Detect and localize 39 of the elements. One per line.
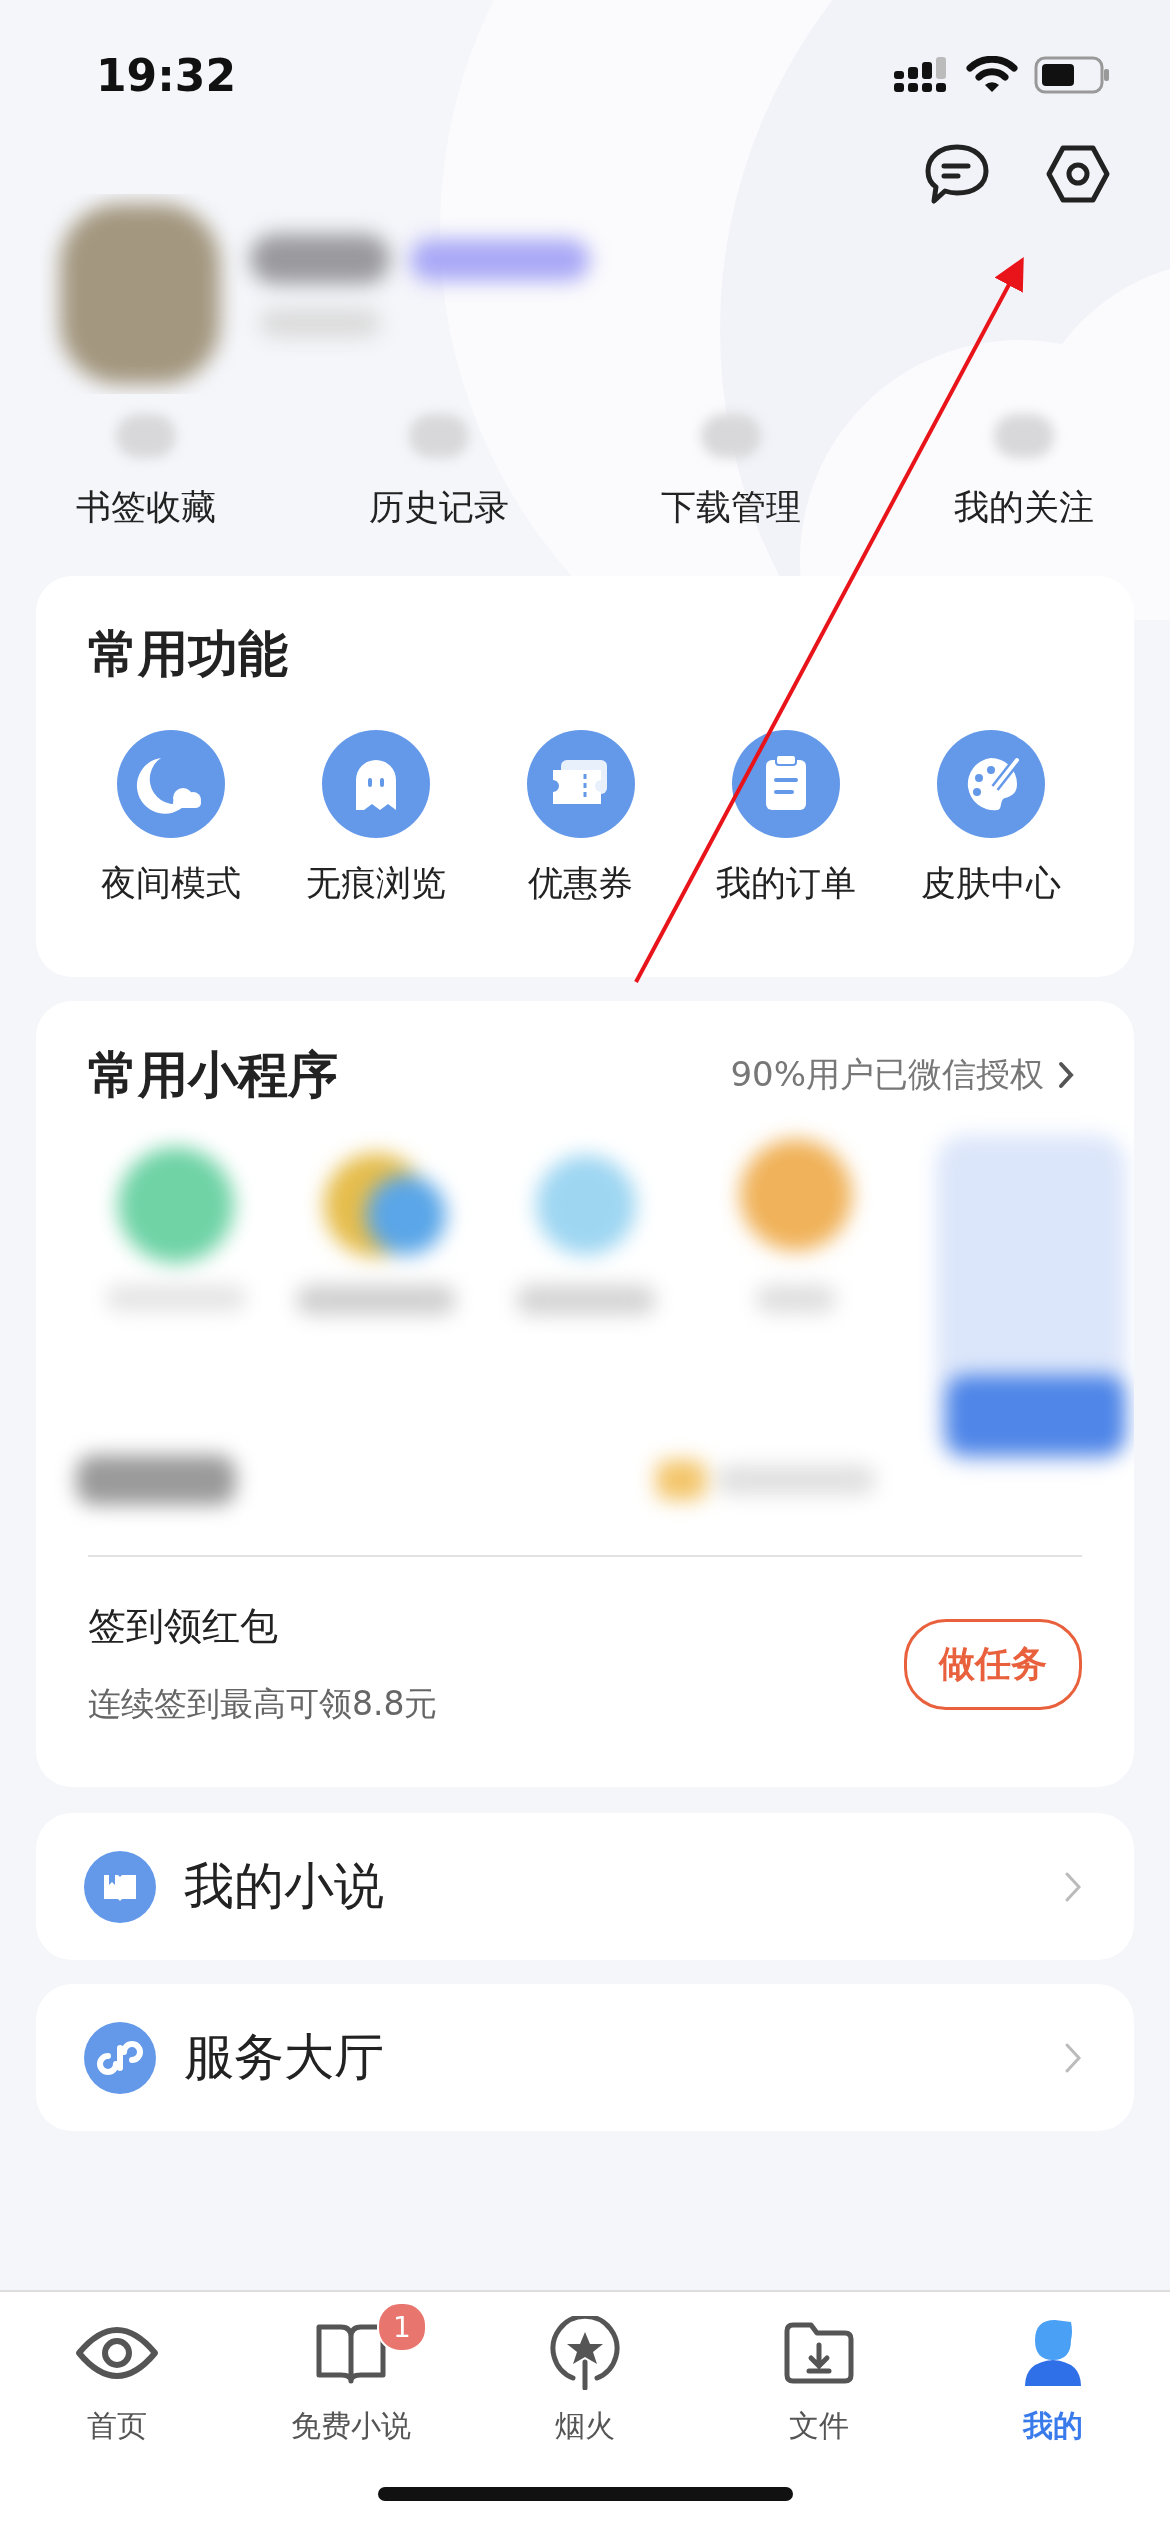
battery-icon — [1034, 56, 1110, 94]
ticket-icon[interactable] — [526, 730, 635, 838]
function-label[interactable]: 我的订单 — [715, 860, 856, 907]
section-title: 常用功能 — [87, 624, 289, 684]
message-icon[interactable] — [924, 143, 990, 205]
function-label[interactable]: 优惠券 — [528, 860, 633, 907]
menu-row[interactable]: 我的小说 — [36, 1813, 1134, 1960]
chevron-icon — [1064, 2041, 1082, 2074]
quick-link[interactable]: 历史记录 — [368, 484, 509, 531]
download-folder-icon — [783, 2321, 855, 2385]
menu-row[interactable]: 服务大厅 — [36, 1984, 1134, 2131]
tab[interactable]: 烟火 — [468, 2292, 702, 2447]
quick-link[interactable]: 下载管理 — [661, 484, 802, 531]
chevron-icon — [1064, 1870, 1082, 1903]
moon-icon[interactable] — [116, 730, 225, 838]
palette-icon[interactable] — [936, 730, 1045, 838]
tab[interactable]: 首页 — [0, 2292, 234, 2447]
quick-link[interactable]: 书签收藏 — [76, 484, 217, 531]
authorization-link[interactable]: 90%用户已微信授权 — [730, 1052, 1044, 1098]
wifi-icon — [966, 56, 1018, 94]
checkin-subtitle: 连续签到最高可领8.8元 — [88, 1683, 438, 1725]
chevron-icon — [1058, 1061, 1074, 1089]
section-title: 常用小程序 — [87, 1045, 338, 1105]
function-label[interactable]: 夜间模式 — [100, 860, 241, 907]
firework-icon — [549, 2316, 621, 2390]
book-icon — [84, 1850, 156, 1923]
tab[interactable]: 1 免费小说 — [234, 2292, 468, 2447]
function-label[interactable]: 皮肤中心 — [920, 860, 1061, 907]
function-label[interactable]: 无痕浏览 — [305, 860, 446, 907]
quick-link[interactable]: 我的关注 — [953, 484, 1094, 531]
link-icon — [84, 2021, 156, 2094]
notification-badge: 1 — [377, 2302, 427, 2352]
ghost-icon[interactable] — [321, 730, 430, 838]
tab[interactable]: 我的 — [936, 2292, 1170, 2447]
tab[interactable]: 文件 — [702, 2292, 936, 2447]
clipboard-icon[interactable] — [731, 730, 840, 838]
status-time: 19:32 — [96, 49, 237, 101]
checkin-title: 签到领红包 — [88, 1603, 279, 1650]
settings-icon[interactable] — [1046, 145, 1110, 203]
